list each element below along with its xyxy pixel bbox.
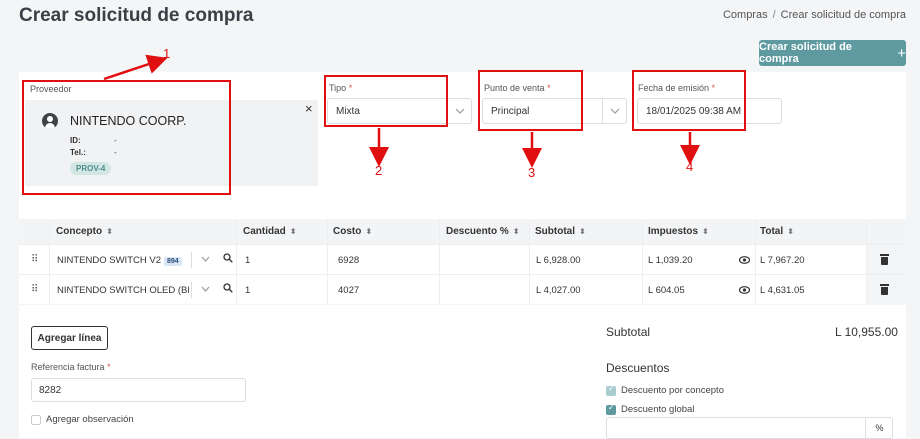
add-line-button[interactable]: Agregar línea [31, 326, 108, 350]
concepto-text: NINTENDO SWITCH V2 [57, 255, 161, 266]
descuento-global-label: Descuento global [621, 404, 695, 415]
col-label: Concepto [56, 226, 103, 237]
subtotal-label: Subtotal [606, 325, 651, 339]
row-cantidad[interactable]: 1 [245, 255, 250, 266]
row-subtotal: L 4,027.00 [536, 285, 581, 296]
percent-toggle-button[interactable]: % [865, 417, 893, 439]
drag-handle-icon[interactable]: ⠿ [31, 284, 38, 295]
eye-icon[interactable] [738, 285, 751, 297]
chevron-down-icon[interactable] [201, 253, 210, 265]
delete-cell [867, 275, 906, 305]
col-label: Descuento % [446, 226, 509, 237]
observacion-checkbox[interactable] [31, 415, 41, 425]
sort-icon: ⬍ [289, 227, 297, 236]
col-impuestos[interactable]: Impuestos ⬍ [648, 226, 709, 237]
col-label: Cantidad [243, 226, 286, 237]
annotation-number-3: 3 [528, 165, 536, 180]
search-icon[interactable] [223, 283, 233, 296]
sort-icon: ⬍ [579, 227, 586, 236]
trash-icon[interactable] [880, 254, 889, 265]
eye-icon[interactable] [738, 255, 751, 267]
sort-icon: ⬍ [512, 227, 520, 236]
descuentos-title: Descuentos [606, 361, 670, 375]
row-costo[interactable]: 4027 [338, 285, 359, 296]
col-label: Costo [333, 226, 362, 237]
row-costo[interactable]: 6928 [338, 255, 359, 266]
row-impuestos: L 1,039.20 [648, 255, 693, 266]
col-label: Total [760, 226, 784, 237]
col-cantidad[interactable]: Cantidad ⬍ [243, 226, 296, 237]
row-cantidad[interactable]: 1 [245, 285, 250, 296]
referencia-value: 8282 [39, 384, 62, 396]
row-subtotal: L 6,928.00 [536, 255, 581, 266]
annotation-arrow-1 [103, 54, 168, 81]
sort-icon: ⬍ [365, 227, 373, 236]
search-icon[interactable] [223, 253, 233, 266]
col-total[interactable]: Total ⬍ [760, 226, 794, 237]
chevron-down-icon[interactable] [201, 283, 210, 295]
row-concepto[interactable]: NINTENDO SWITCH V2 894 [57, 255, 182, 266]
row-concepto[interactable]: NINTENDO SWITCH OLED (BLAN [57, 285, 189, 296]
col-subtotal[interactable]: Subtotal ⬍ [535, 226, 586, 237]
sort-icon: ⬍ [787, 227, 794, 236]
col-label: Subtotal [535, 226, 575, 237]
table-row: ⠿ NINTENDO SWITCH V2 894 1 6928 L 6,928.0… [19, 244, 906, 275]
table-row: ⠿ NINTENDO SWITCH OLED (BLAN 1 4027 L 4,… [19, 274, 906, 305]
concepto-text: NINTENDO SWITCH OLED (BLAN [57, 285, 189, 296]
referencia-label: Referencia factura * [31, 362, 111, 372]
descuento-global-checkbox[interactable]: ✓ [606, 403, 616, 415]
observacion-label: Agregar observación [46, 414, 134, 425]
annotation-number-2: 2 [375, 163, 383, 178]
row-impuestos: L 604.05 [648, 285, 685, 296]
referencia-label-text: Referencia factura [31, 362, 105, 372]
sort-icon: ⬍ [106, 227, 113, 236]
descuento-concepto-label: Descuento por concepto [621, 385, 724, 396]
subtotal-value: L 10,955.00 [835, 325, 898, 339]
sort-icon: ⬍ [702, 227, 709, 236]
row-total: L 4,631.05 [760, 285, 805, 296]
row-total: L 7,967.20 [760, 255, 805, 266]
annotation-number-1: 1 [163, 46, 171, 61]
required-mark: * [107, 362, 111, 372]
table-header: Concepto ⬍ Cantidad ⬍ Costo ⬍ Descuento % ⬍ … [19, 219, 906, 244]
descuento-global-input[interactable] [606, 417, 893, 439]
drag-handle-icon[interactable]: ⠿ [31, 254, 38, 265]
col-descuento[interactable]: Descuento % ⬍ [446, 226, 520, 237]
col-concepto[interactable]: Concepto ⬍ [56, 226, 113, 237]
stock-badge: 894 [163, 257, 182, 266]
delete-cell [867, 245, 906, 275]
trash-icon[interactable] [880, 284, 889, 295]
annotation-number-4: 4 [686, 159, 694, 174]
col-label: Impuestos [648, 226, 699, 237]
descuento-concepto-checkbox[interactable]: ✓ [606, 384, 616, 396]
col-costo[interactable]: Costo ⬍ [333, 226, 372, 237]
referencia-factura-input[interactable]: 8282 [31, 378, 246, 402]
